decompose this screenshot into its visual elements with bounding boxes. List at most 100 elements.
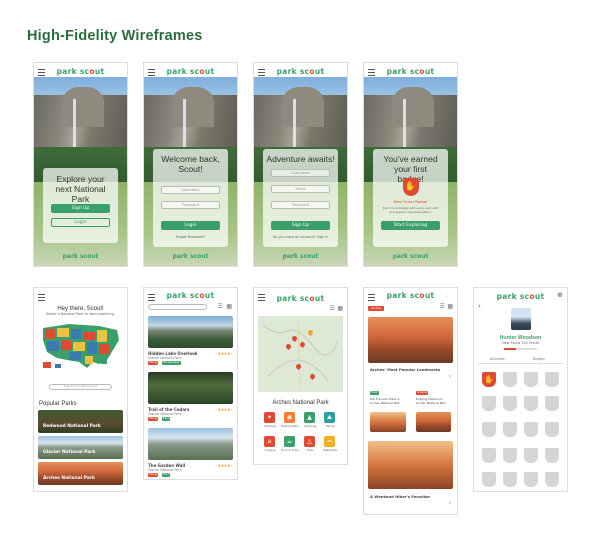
read-more-arrow[interactable]: › — [449, 500, 451, 507]
hand-badge-icon: ✋ — [402, 178, 419, 196]
park-name: Glacier National Park — [43, 450, 96, 455]
welcome-card: Explore your next National Park Sign Up … — [43, 168, 118, 243]
logo: park scout — [386, 291, 435, 300]
filter-icon[interactable]: ☰ — [330, 305, 335, 312]
locked-badge — [545, 422, 559, 437]
feed-title: Arches' Most Popular Landmarks — [370, 367, 441, 372]
feed-photo[interactable] — [368, 441, 453, 489]
username-field[interactable]: Username — [271, 169, 330, 177]
signup-card: Adventure awaits! Username Email Passwor… — [263, 149, 338, 247]
badge-name: New Scout Badge — [393, 199, 428, 204]
locked-badge — [482, 472, 496, 487]
badge-card: You've earned your first badge! ✋ New Sc… — [373, 149, 448, 247]
category-activities-icon[interactable]: ✦ — [264, 412, 275, 423]
us-map[interactable] — [39, 320, 124, 372]
footer-logo: park scout — [172, 253, 209, 260]
map-icon[interactable]: ▦ — [447, 303, 453, 310]
category-label: Hiking — [325, 424, 335, 428]
username-field[interactable]: Username — [161, 186, 220, 194]
locked-badge — [503, 448, 517, 463]
back-icon[interactable]: ‹ — [478, 302, 481, 310]
logo: park scout — [496, 292, 545, 301]
avatar — [511, 308, 531, 330]
feed-title: A Weekend Hiker's Paradise — [370, 494, 430, 499]
locked-badge — [545, 472, 559, 487]
filter-chip[interactable]: Arches — [368, 306, 385, 311]
category-photography-icon[interactable]: ◉ — [284, 412, 295, 423]
footer-logo: park scout — [392, 253, 429, 260]
category-waterfalls-icon[interactable]: ≈ — [324, 436, 335, 447]
locked-badge — [524, 372, 538, 387]
signin-link[interactable]: Do you have an account? Sign In — [263, 235, 338, 239]
category-hiking-icon[interactable]: ⛰ — [324, 412, 335, 423]
list-item-photo[interactable] — [148, 428, 233, 460]
tab-activities[interactable]: Activities — [490, 357, 505, 361]
locked-badge — [524, 396, 538, 411]
list-item-sub: Glacier National Park — [148, 468, 182, 472]
category-label: Food & Drink — [280, 448, 300, 452]
locked-badge — [545, 448, 559, 463]
category-lodging-icon[interactable]: ⌂ — [264, 436, 275, 447]
signup-button[interactable]: Sign Up — [51, 204, 110, 213]
filter-icon[interactable]: ☰ — [218, 303, 223, 310]
list-item-photo[interactable] — [148, 372, 233, 404]
login-button[interactable]: Login — [161, 221, 220, 230]
category-trails-icon[interactable]: △ — [304, 436, 315, 447]
earned-badge-icon[interactable]: ✋ — [482, 372, 496, 387]
tag: Hiking — [148, 473, 159, 477]
screen-profile: ‹ park scout ⊕ Hunter Woodson New Scout … — [473, 287, 568, 492]
locked-badge — [482, 396, 496, 411]
park-card-arches[interactable]: Arches National Park — [38, 462, 123, 485]
screen-list: park scout ☰ ▦ Hidden Lake Overlook Glac… — [143, 287, 238, 480]
list-item-photo[interactable] — [148, 316, 233, 348]
tag: Lodging — [416, 391, 429, 395]
heading: Welcome back, Scout! — [161, 154, 220, 174]
park-name: Arches National Park — [43, 476, 95, 481]
tab-badges[interactable]: Badges — [533, 357, 545, 361]
logo: park scout — [276, 294, 325, 303]
read-more-arrow[interactable]: › — [449, 373, 451, 380]
screen-explore: park scout Explore your next National Pa… — [33, 62, 128, 267]
feed-photo[interactable] — [368, 317, 453, 363]
menu-icon[interactable] — [38, 294, 45, 301]
list-icon[interactable]: ▦ — [337, 305, 343, 312]
locked-badge — [545, 372, 559, 387]
popular-title: Popular Parks — [39, 401, 77, 407]
filter-icon[interactable]: ☰ — [440, 303, 445, 310]
login-button[interactable]: Login — [51, 218, 110, 227]
heading: Explore your next National Park — [55, 174, 106, 204]
tag: Hiking — [148, 361, 159, 365]
search-input[interactable]: Search for a national park — [49, 384, 112, 390]
tag: Hard — [162, 473, 171, 477]
category-food-icon[interactable]: ☕ — [284, 436, 295, 447]
park-map[interactable] — [258, 316, 343, 392]
add-icon[interactable]: ⊕ — [557, 291, 563, 299]
category-label: Lodging — [264, 448, 276, 452]
forgot-password-link[interactable]: Forgot Password? — [153, 235, 228, 239]
category-label: Trails — [306, 448, 314, 452]
feed-photo[interactable] — [370, 412, 406, 432]
logo: park scout — [166, 291, 215, 300]
login-card: Welcome back, Scout! Username Password L… — [153, 149, 228, 247]
locked-badge — [482, 422, 496, 437]
signup-button[interactable]: Sign Up — [271, 221, 330, 230]
search-input[interactable] — [148, 304, 207, 310]
logo: park scout — [56, 67, 105, 76]
locked-badge — [503, 372, 517, 387]
rating-stars: ★★★★☆ — [217, 463, 234, 468]
password-field[interactable]: Password — [271, 201, 330, 209]
screen-map: park scout ☰ ▦ Arches National Park ✦ ◉ … — [253, 287, 348, 465]
start-exploring-button[interactable]: Start Exploring — [381, 221, 440, 230]
category-label: Activities — [263, 424, 277, 428]
profile-tabs: Activities Badges — [478, 357, 563, 364]
email-field[interactable]: Email — [271, 185, 330, 193]
feed-photo[interactable] — [416, 412, 451, 432]
subtitle: Select a National Park to start explorin… — [46, 312, 115, 316]
screen-login: park scout Welcome back, Scout! Username… — [143, 62, 238, 267]
map-icon[interactable]: ▦ — [226, 303, 232, 310]
password-field[interactable]: Password — [161, 201, 220, 209]
park-card-glacier[interactable]: Glacier National Park — [38, 436, 123, 459]
category-camping-icon[interactable]: ▲ — [304, 412, 315, 423]
park-card-redwood[interactable]: Redwood National Park — [38, 410, 123, 433]
screen-signup: park scout Adventure awaits! Username Em… — [253, 62, 348, 267]
